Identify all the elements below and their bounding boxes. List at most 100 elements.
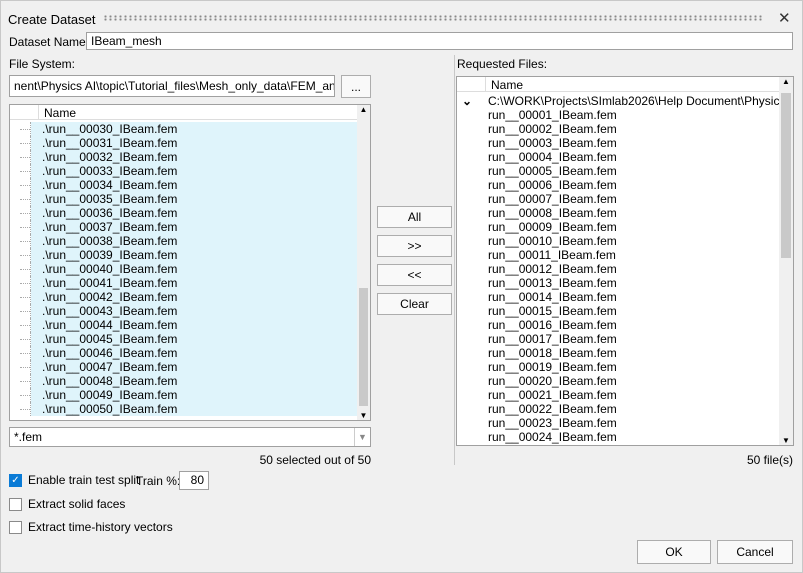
selection-status: 50 selected out of 50 xyxy=(259,453,371,467)
list-item[interactable]: run__00013_IBeam.fem xyxy=(457,276,793,290)
list-item[interactable]: .\run__00040_IBeam.fem xyxy=(10,262,370,276)
list-item[interactable]: .\run__00038_IBeam.fem xyxy=(10,234,370,248)
list-item[interactable]: run__00021_IBeam.fem xyxy=(457,388,793,402)
list-item[interactable]: .\run__00036_IBeam.fem xyxy=(10,206,370,220)
filter-combobox[interactable]: *.fem ▼ xyxy=(9,427,371,447)
train-split-checkbox[interactable]: ✓ Enable train test split xyxy=(9,473,139,487)
scrollbar[interactable]: ▲ ▼ xyxy=(357,105,370,420)
list-item[interactable]: run__00024_IBeam.fem xyxy=(457,430,793,444)
list-item[interactable]: .\run__00033_IBeam.fem xyxy=(10,164,370,178)
list-item[interactable]: run__00019_IBeam.fem xyxy=(457,360,793,374)
train-pct-input[interactable]: 80 xyxy=(179,471,209,490)
scrollbar[interactable]: ▲ ▼ xyxy=(779,77,793,445)
list-item[interactable]: run__00007_IBeam.fem xyxy=(457,192,793,206)
list-item[interactable]: .\run__00037_IBeam.fem xyxy=(10,220,370,234)
list-item[interactable]: run__00023_IBeam.fem xyxy=(457,416,793,430)
file-name: run__00008_IBeam.fem xyxy=(488,206,617,220)
solid-faces-checkbox[interactable]: Extract solid faces xyxy=(9,497,125,511)
file-name: run__00010_IBeam.fem xyxy=(488,234,617,248)
list-item[interactable]: run__00015_IBeam.fem xyxy=(457,304,793,318)
list-item[interactable]: run__00016_IBeam.fem xyxy=(457,318,793,332)
list-item[interactable]: run__00020_IBeam.fem xyxy=(457,374,793,388)
list-item[interactable]: run__00005_IBeam.fem xyxy=(457,164,793,178)
list-item[interactable]: .\run__00030_IBeam.fem xyxy=(10,122,370,136)
browse-button[interactable]: ... xyxy=(341,75,371,98)
requested-files-list: Name ⌄ C:\WORK\Projects\SImlab2026\Help D… xyxy=(456,76,794,446)
folder-path: C:\WORK\Projects\SImlab2026\Help Documen… xyxy=(488,94,794,108)
file-name: run__00020_IBeam.fem xyxy=(488,374,617,388)
list-item[interactable]: run__00008_IBeam.fem xyxy=(457,206,793,220)
list-item[interactable]: run__00002_IBeam.fem xyxy=(457,122,793,136)
list-item[interactable]: .\run__00049_IBeam.fem xyxy=(10,388,370,402)
file-name: run__00015_IBeam.fem xyxy=(488,304,617,318)
file-name: .\run__00039_IBeam.fem xyxy=(31,248,357,262)
file-name: run__00019_IBeam.fem xyxy=(488,360,617,374)
clear-button[interactable]: Clear xyxy=(377,293,452,315)
list-item[interactable]: .\run__00039_IBeam.fem xyxy=(10,248,370,262)
list-item[interactable]: .\run__00050_IBeam.fem xyxy=(10,402,370,416)
file-name: .\run__00036_IBeam.fem xyxy=(31,206,357,220)
list-item[interactable]: .\run__00041_IBeam.fem xyxy=(10,276,370,290)
close-icon[interactable]: ✕ xyxy=(778,9,791,27)
file-name: .\run__00047_IBeam.fem xyxy=(31,360,357,374)
list-item[interactable]: run__00010_IBeam.fem xyxy=(457,234,793,248)
dialog-title: Create Dataset xyxy=(8,12,96,27)
file-name: .\run__00049_IBeam.fem xyxy=(31,388,357,402)
path-input[interactable]: nent\Physics AI\topic\Tutorial_files\Mes… xyxy=(9,75,335,97)
scrollbar-thumb[interactable] xyxy=(359,288,368,406)
chevron-down-icon[interactable]: ▼ xyxy=(354,428,370,446)
column-name[interactable]: Name xyxy=(491,78,523,92)
list-item[interactable]: run__00018_IBeam.fem xyxy=(457,346,793,360)
train-split-label: Enable train test split xyxy=(28,473,140,487)
list-item[interactable]: run__00003_IBeam.fem xyxy=(457,136,793,150)
drag-handle[interactable] xyxy=(103,15,763,21)
file-name: run__00003_IBeam.fem xyxy=(488,136,617,150)
chevron-down-icon[interactable]: ⌄ xyxy=(462,94,472,108)
folder-row[interactable]: ⌄ C:\WORK\Projects\SImlab2026\Help Docume… xyxy=(457,94,793,108)
file-name: run__00007_IBeam.fem xyxy=(488,192,617,206)
time-history-label: Extract time-history vectors xyxy=(28,520,173,534)
list-item[interactable]: .\run__00044_IBeam.fem xyxy=(10,318,370,332)
scrollbar-thumb[interactable] xyxy=(781,93,791,258)
file-name: .\run__00034_IBeam.fem xyxy=(31,178,357,192)
solid-faces-label: Extract solid faces xyxy=(28,497,126,511)
list-item[interactable]: .\run__00042_IBeam.fem xyxy=(10,290,370,304)
file-name: run__00024_IBeam.fem xyxy=(488,430,617,444)
file-name: run__00001_IBeam.fem xyxy=(488,108,617,122)
divider xyxy=(454,55,455,465)
list-item[interactable]: .\run__00043_IBeam.fem xyxy=(10,304,370,318)
list-item[interactable]: run__00014_IBeam.fem xyxy=(457,290,793,304)
add-selected-button[interactable]: >> xyxy=(377,235,452,257)
check-icon[interactable]: ✓ xyxy=(9,473,22,487)
ok-button[interactable]: OK xyxy=(637,540,711,564)
file-name: .\run__00042_IBeam.fem xyxy=(31,290,357,304)
dataset-name-input[interactable]: IBeam_mesh xyxy=(86,32,793,50)
list-item[interactable]: run__00004_IBeam.fem xyxy=(457,150,793,164)
list-item[interactable]: .\run__00035_IBeam.fem xyxy=(10,192,370,206)
cancel-button[interactable]: Cancel xyxy=(717,540,793,564)
list-item[interactable]: .\run__00047_IBeam.fem xyxy=(10,360,370,374)
list-item[interactable]: run__00001_IBeam.fem xyxy=(457,108,793,122)
file-name: .\run__00033_IBeam.fem xyxy=(31,164,357,178)
list-item[interactable]: .\run__00031_IBeam.fem xyxy=(10,136,370,150)
list-item[interactable]: run__00011_IBeam.fem xyxy=(457,248,793,262)
list-item[interactable]: run__00009_IBeam.fem xyxy=(457,220,793,234)
file-name: run__00022_IBeam.fem xyxy=(488,402,617,416)
list-item[interactable]: .\run__00046_IBeam.fem xyxy=(10,346,370,360)
file-name: run__00011_IBeam.fem xyxy=(488,248,616,262)
list-item[interactable]: run__00006_IBeam.fem xyxy=(457,178,793,192)
remove-selected-button[interactable]: << xyxy=(377,264,452,286)
list-item[interactable]: run__00022_IBeam.fem xyxy=(457,402,793,416)
list-item[interactable]: .\run__00032_IBeam.fem xyxy=(10,150,370,164)
add-all-button[interactable]: All xyxy=(377,206,452,228)
time-history-checkbox[interactable]: Extract time-history vectors xyxy=(9,520,173,534)
file-name: .\run__00050_IBeam.fem xyxy=(31,402,357,416)
list-item[interactable]: run__00017_IBeam.fem xyxy=(457,332,793,346)
file-name: .\run__00037_IBeam.fem xyxy=(31,220,357,234)
list-item[interactable]: .\run__00048_IBeam.fem xyxy=(10,374,370,388)
list-item[interactable]: run__00012_IBeam.fem xyxy=(457,262,793,276)
list-item[interactable]: .\run__00034_IBeam.fem xyxy=(10,178,370,192)
column-name[interactable]: Name xyxy=(44,106,76,120)
file-name: run__00023_IBeam.fem xyxy=(488,416,617,430)
list-item[interactable]: .\run__00045_IBeam.fem xyxy=(10,332,370,346)
